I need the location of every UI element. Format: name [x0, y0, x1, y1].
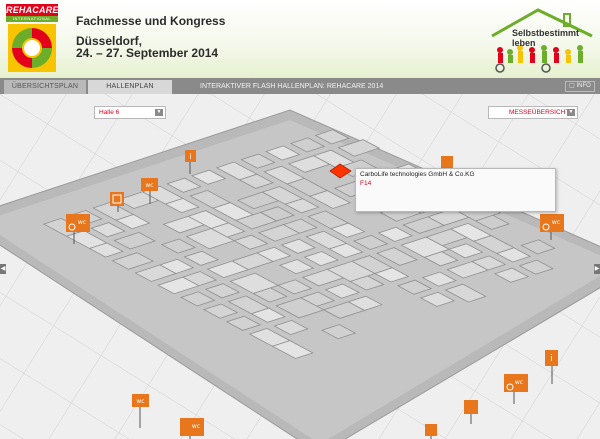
hall-map[interactable]: i wc wc wc i wc wc wc Halle 6 ▼ MESSEÜBE…: [0, 94, 600, 439]
hall-select-value: Halle 6: [99, 109, 120, 116]
rehacare-logo[interactable]: REHACARE: [6, 4, 58, 16]
tab-overview-plan[interactable]: ÜBERSICHTSPLAN: [4, 80, 86, 94]
event-date: 24. – 27. September 2014: [76, 46, 219, 60]
info-button-label: INFO: [576, 83, 591, 89]
scroll-left-icon[interactable]: ◀: [0, 264, 6, 274]
exhibitor-tooltip: CarboLife technologies GmbH & Co.KG F14: [355, 168, 556, 212]
slogan: Selbstbestimmt leben: [512, 28, 580, 48]
site-header: REHACARE INTERNATIONAL Fachmesse und Kon…: [0, 0, 600, 78]
info-button[interactable]: ▢ INFO: [565, 81, 595, 92]
hall-map-drawing: [0, 94, 600, 439]
rehacare-logo-subtext: INTERNATIONAL: [6, 16, 58, 22]
rehacare-logo-mark-icon: [8, 24, 56, 72]
tooltip-company-name: CarboLife technologies GmbH & Co.KG: [360, 171, 475, 178]
tooltip-stand-number: F14: [360, 180, 372, 187]
chevron-down-icon: ▼: [567, 109, 575, 116]
fair-overview-button[interactable]: MESSEÜBERSICHT ▼: [488, 106, 578, 119]
scroll-right-icon[interactable]: ▶: [594, 264, 600, 274]
info-box-icon: ▢: [569, 83, 577, 89]
event-title: Fachmesse und Kongress: [76, 14, 226, 28]
tab-hall-plan[interactable]: HALLENPLAN: [88, 80, 172, 94]
chevron-down-icon: ▼: [155, 109, 163, 116]
tab-bar: ÜBERSICHTSPLAN HALLENPLAN INTERAKTIVER F…: [0, 78, 600, 94]
hall-select[interactable]: Halle 6 ▼: [94, 106, 166, 119]
bar-title: INTERAKTIVER FLASH HALLENPLAN: REHACARE …: [200, 83, 384, 90]
fair-overview-label: MESSEÜBERSICHT: [509, 109, 570, 116]
